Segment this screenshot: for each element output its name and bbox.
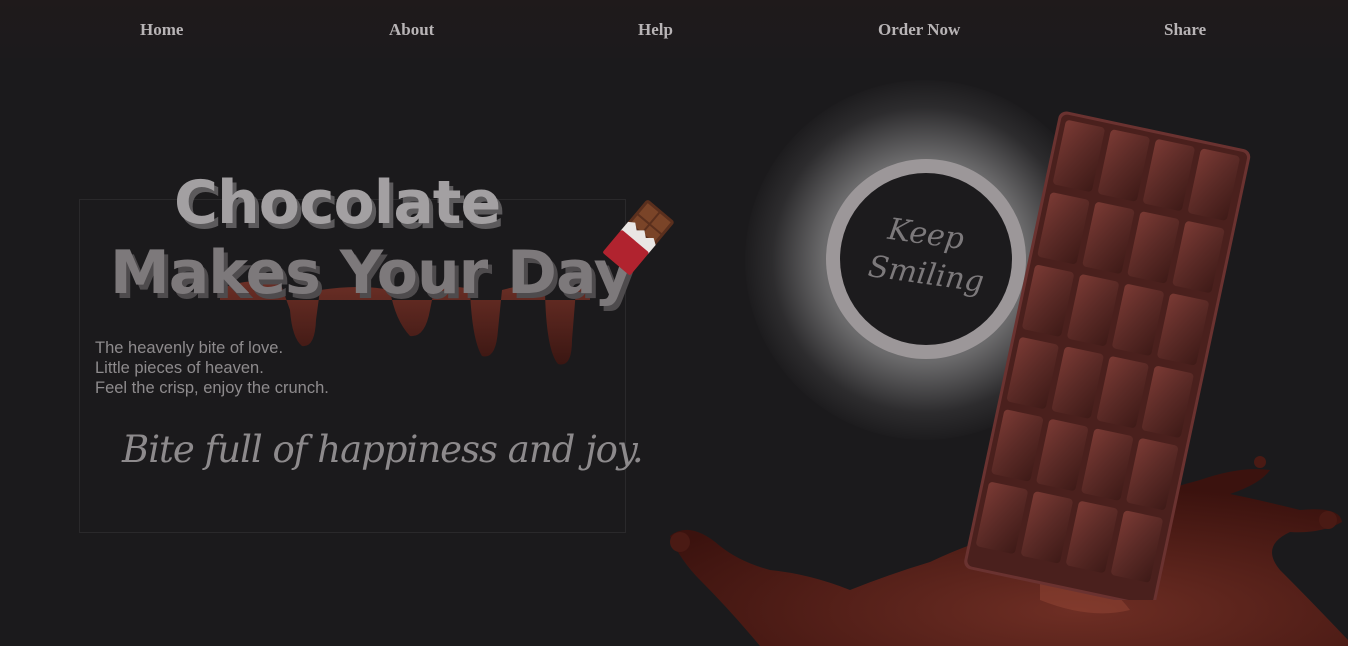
- nav-share-link[interactable]: Share: [1164, 20, 1206, 40]
- nav-about-link[interactable]: About: [389, 20, 434, 40]
- nav-home-link[interactable]: Home: [140, 20, 183, 40]
- chocolate-bar-emoji-icon: [603, 200, 674, 275]
- hero-body-line-3: Feel the crisp, enjoy the crunch.: [95, 379, 329, 397]
- hero-body-line-2: Little pieces of heaven.: [95, 359, 264, 377]
- hero-title-line-2: Makes Your Day: [110, 238, 633, 308]
- chocolate-bar-image: [964, 111, 1251, 600]
- top-nav: Home About Help Order Now Share: [0, 0, 1348, 58]
- nav-help-link[interactable]: Help: [638, 20, 673, 40]
- hero-title-line-1: Chocolate: [174, 168, 501, 238]
- nav-order-now-link[interactable]: Order Now: [878, 20, 960, 40]
- hero-tagline: Bite full of happiness and joy.: [122, 428, 644, 471]
- hero-body-line-1: The heavenly bite of love.: [95, 339, 284, 357]
